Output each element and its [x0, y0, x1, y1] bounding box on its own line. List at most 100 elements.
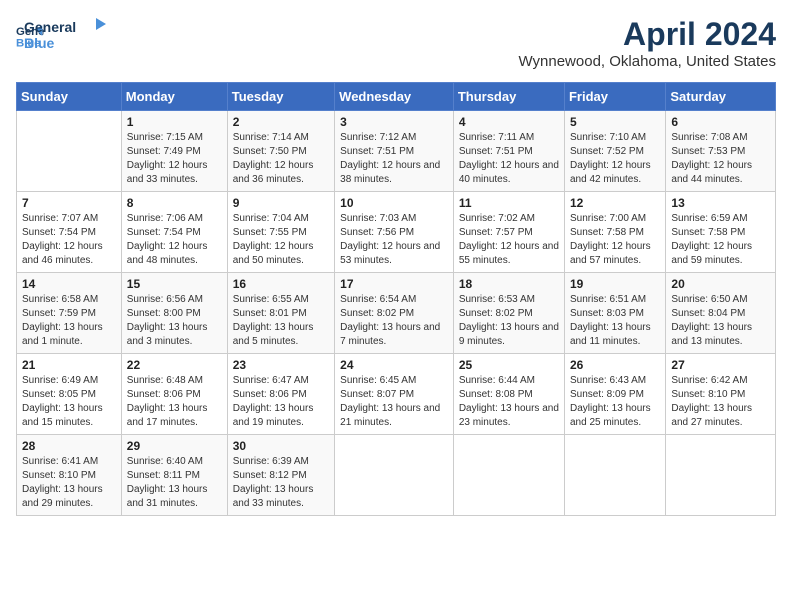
logo-svg: General Blue: [24, 16, 114, 56]
calendar-cell: 3Sunrise: 7:12 AMSunset: 7:51 PMDaylight…: [335, 111, 454, 192]
day-number: 30: [233, 439, 329, 453]
day-info: Sunrise: 6:58 AMSunset: 7:59 PMDaylight:…: [22, 293, 116, 349]
day-number: 13: [671, 196, 770, 210]
calendar-cell: 12 Sunrise: 7:00 AMSunset: 7:58 PMDayligh…: [564, 192, 665, 273]
header-tuesday: Tuesday: [227, 83, 334, 111]
day-number: 24: [340, 358, 448, 372]
day-info: Sunrise: 6:44 AMSunset: 8:08 PMDaylight:…: [459, 374, 559, 430]
calendar-cell: 11 Sunrise: 7:02 AMSunset: 7:57 PMDayligh…: [453, 192, 564, 273]
day-info: Sunrise: 6:43 AMSunset: 8:09 PMDaylight:…: [570, 374, 660, 430]
day-info: Sunrise: 6:49 AMSunset: 8:05 PMDaylight:…: [22, 374, 116, 430]
calendar-cell: 6Sunrise: 7:08 AMSunset: 7:53 PMDaylight…: [666, 111, 776, 192]
day-info: Sunrise: 6:56 AMSunset: 8:00 PMDaylight:…: [127, 293, 222, 349]
day-info: Sunrise: 6:53 AMSunset: 8:02 PMDaylight:…: [459, 293, 559, 349]
calendar-cell: 5Sunrise: 7:10 AMSunset: 7:52 PMDaylight…: [564, 111, 665, 192]
header-wednesday: Wednesday: [335, 83, 454, 111]
day-number: 11: [459, 196, 559, 210]
calendar-cell: [666, 435, 776, 516]
calendar-cell: 28 Sunrise: 6:41 AMSunset: 8:10 PMDayligh…: [17, 435, 122, 516]
calendar-cell: 30 Sunrise: 6:39 AMSunset: 8:12 PMDayligh…: [227, 435, 334, 516]
day-number: 9: [233, 196, 329, 210]
day-number: 10: [340, 196, 448, 210]
calendar-cell: 26 Sunrise: 6:43 AMSunset: 8:09 PMDayligh…: [564, 354, 665, 435]
day-number: 21: [22, 358, 116, 372]
calendar-cell: 15Sunrise: 6:56 AMSunset: 8:00 PMDayligh…: [121, 273, 227, 354]
header-sunday: Sunday: [17, 83, 122, 111]
calendar-table: SundayMondayTuesdayWednesdayThursdayFrid…: [16, 82, 776, 516]
calendar-cell: [564, 435, 665, 516]
header-saturday: Saturday: [666, 83, 776, 111]
calendar-cell: 4Sunrise: 7:11 AMSunset: 7:51 PMDaylight…: [453, 111, 564, 192]
day-info: Sunrise: 7:14 AMSunset: 7:50 PMDaylight:…: [233, 131, 329, 187]
calendar-cell: 18 Sunrise: 6:53 AMSunset: 8:02 PMDayligh…: [453, 273, 564, 354]
day-number: 8: [127, 196, 222, 210]
day-info: Sunrise: 7:06 AMSunset: 7:54 PMDaylight:…: [127, 212, 222, 268]
day-info: Sunrise: 7:00 AMSunset: 7:58 PMDaylight:…: [570, 212, 660, 268]
calendar-cell: 27 Sunrise: 6:42 AMSunset: 8:10 PMDayligh…: [666, 354, 776, 435]
page-title: April 2024: [519, 16, 777, 53]
day-number: 14: [22, 277, 116, 291]
calendar-cell: [453, 435, 564, 516]
day-info: Sunrise: 6:51 AMSunset: 8:03 PMDaylight:…: [570, 293, 660, 349]
calendar-cell: 19Sunrise: 6:51 AMSunset: 8:03 PMDayligh…: [564, 273, 665, 354]
day-info: Sunrise: 6:54 AMSunset: 8:02 PMDaylight:…: [340, 293, 448, 349]
day-info: Sunrise: 6:48 AMSunset: 8:06 PMDaylight:…: [127, 374, 222, 430]
day-number: 29: [127, 439, 222, 453]
day-number: 20: [671, 277, 770, 291]
day-info: Sunrise: 7:12 AMSunset: 7:51 PMDaylight:…: [340, 131, 448, 187]
calendar-cell: 29 Sunrise: 6:40 AMSunset: 8:11 PMDayligh…: [121, 435, 227, 516]
calendar-cell: 20 Sunrise: 6:50 AMSunset: 8:04 PMDayligh…: [666, 273, 776, 354]
calendar-cell: [335, 435, 454, 516]
day-number: 27: [671, 358, 770, 372]
day-info: Sunrise: 6:47 AMSunset: 8:06 PMDaylight:…: [233, 374, 329, 430]
day-number: 12: [570, 196, 660, 210]
day-number: 2: [233, 115, 329, 129]
day-number: 5: [570, 115, 660, 129]
day-number: 28: [22, 439, 116, 453]
day-number: 1: [127, 115, 222, 129]
calendar-cell: 17 Sunrise: 6:54 AMSunset: 8:02 PMDayligh…: [335, 273, 454, 354]
day-info: Sunrise: 7:03 AMSunset: 7:56 PMDaylight:…: [340, 212, 448, 268]
day-info: Sunrise: 7:04 AMSunset: 7:55 PMDaylight:…: [233, 212, 329, 268]
title-block: April 2024 Wynnewood, Oklahoma, United S…: [519, 16, 777, 70]
calendar-cell: 16Sunrise: 6:55 AMSunset: 8:01 PMDayligh…: [227, 273, 334, 354]
calendar-header-row: SundayMondayTuesdayWednesdayThursdayFrid…: [17, 83, 776, 111]
page-subtitle: Wynnewood, Oklahoma, United States: [519, 53, 777, 70]
svg-text:General: General: [24, 19, 76, 35]
day-info: Sunrise: 6:39 AMSunset: 8:12 PMDaylight:…: [233, 455, 329, 511]
day-info: Sunrise: 6:50 AMSunset: 8:04 PMDaylight:…: [671, 293, 770, 349]
day-number: 17: [340, 277, 448, 291]
day-number: 4: [459, 115, 559, 129]
day-number: 26: [570, 358, 660, 372]
calendar-cell: 8 Sunrise: 7:06 AMSunset: 7:54 PMDaylight…: [121, 192, 227, 273]
day-info: Sunrise: 7:08 AMSunset: 7:53 PMDaylight:…: [671, 131, 770, 187]
calendar-cell: 23 Sunrise: 6:47 AMSunset: 8:06 PMDayligh…: [227, 354, 334, 435]
calendar-week-4: 21 Sunrise: 6:49 AMSunset: 8:05 PMDayligh…: [17, 354, 776, 435]
calendar-cell: 22 Sunrise: 6:48 AMSunset: 8:06 PMDayligh…: [121, 354, 227, 435]
day-number: 22: [127, 358, 222, 372]
calendar-cell: 9 Sunrise: 7:04 AMSunset: 7:55 PMDaylight…: [227, 192, 334, 273]
day-info: Sunrise: 6:40 AMSunset: 8:11 PMDaylight:…: [127, 455, 222, 511]
calendar-week-2: 7Sunrise: 7:07 AMSunset: 7:54 PMDaylight…: [17, 192, 776, 273]
day-number: 25: [459, 358, 559, 372]
day-number: 18: [459, 277, 559, 291]
calendar-week-1: 1Sunrise: 7:15 AMSunset: 7:49 PMDaylight…: [17, 111, 776, 192]
svg-text:Blue: Blue: [24, 35, 55, 51]
header-friday: Friday: [564, 83, 665, 111]
calendar-cell: 7Sunrise: 7:07 AMSunset: 7:54 PMDaylight…: [17, 192, 122, 273]
calendar-cell: 13 Sunrise: 6:59 AMSunset: 7:58 PMDayligh…: [666, 192, 776, 273]
day-info: Sunrise: 6:59 AMSunset: 7:58 PMDaylight:…: [671, 212, 770, 268]
header-thursday: Thursday: [453, 83, 564, 111]
calendar-week-3: 14 Sunrise: 6:58 AMSunset: 7:59 PMDayligh…: [17, 273, 776, 354]
day-info: Sunrise: 6:42 AMSunset: 8:10 PMDaylight:…: [671, 374, 770, 430]
calendar-week-5: 28 Sunrise: 6:41 AMSunset: 8:10 PMDayligh…: [17, 435, 776, 516]
header-monday: Monday: [121, 83, 227, 111]
day-number: 23: [233, 358, 329, 372]
calendar-cell: 2 Sunrise: 7:14 AMSunset: 7:50 PMDaylight…: [227, 111, 334, 192]
day-info: Sunrise: 7:02 AMSunset: 7:57 PMDaylight:…: [459, 212, 559, 268]
day-number: 16: [233, 277, 329, 291]
calendar-cell: 10 Sunrise: 7:03 AMSunset: 7:56 PMDayligh…: [335, 192, 454, 273]
calendar-cell: 21 Sunrise: 6:49 AMSunset: 8:05 PMDayligh…: [17, 354, 122, 435]
day-info: Sunrise: 6:41 AMSunset: 8:10 PMDaylight:…: [22, 455, 116, 511]
calendar-cell: 14 Sunrise: 6:58 AMSunset: 7:59 PMDayligh…: [17, 273, 122, 354]
